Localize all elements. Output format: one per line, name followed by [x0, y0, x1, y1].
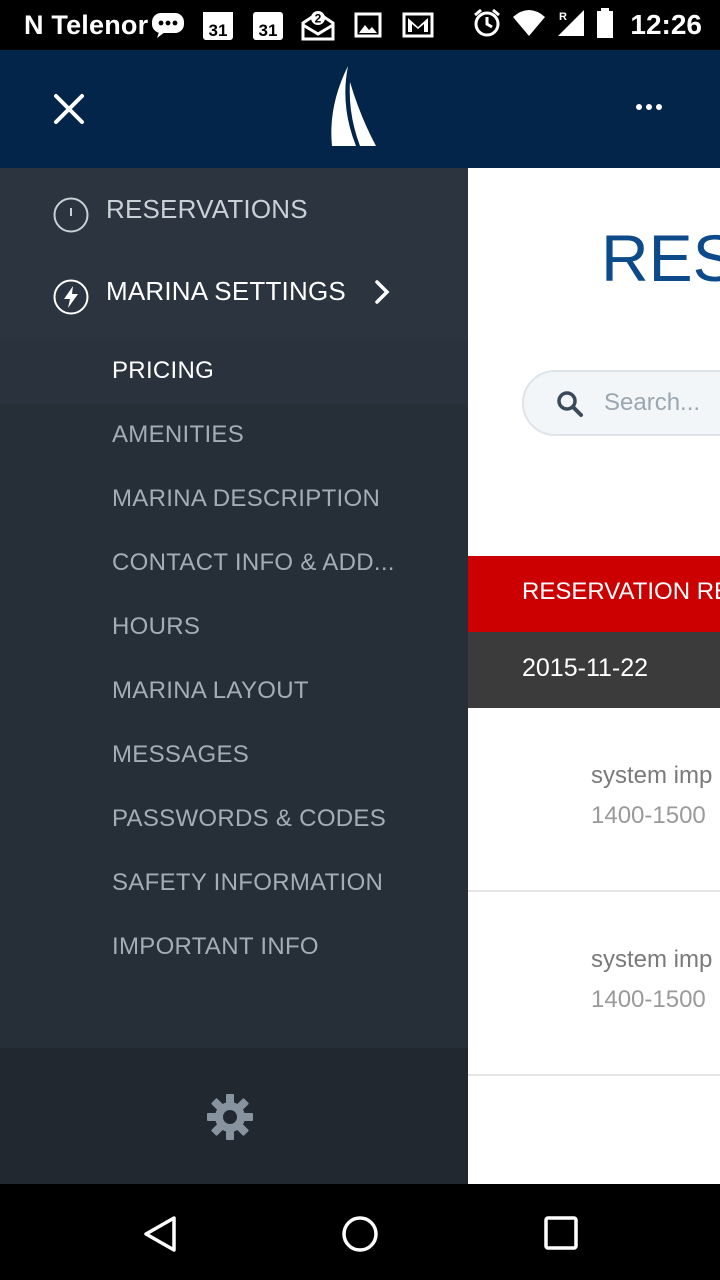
submenu-item-marina-layout[interactable]: MARINA LAYOUT	[112, 677, 309, 705]
date-header: 2015-11-22	[468, 632, 720, 708]
app-header	[0, 50, 720, 168]
calendar-day-1: 31	[209, 21, 228, 40]
calendar-icon: 31	[200, 9, 236, 41]
submenu-item-messages[interactable]: MESSAGES	[112, 741, 249, 769]
submenu-item-contact-info[interactable]: CONTACT INFO & ADD...	[112, 549, 395, 577]
entry-time: 1400-1500	[591, 986, 706, 1013]
submenu-item-marina-description[interactable]: MARINA DESCRIPTION	[112, 485, 380, 513]
chevron-right-icon	[372, 278, 392, 306]
search-input[interactable]: Search...	[522, 370, 720, 436]
submenu-item-amenities[interactable]: AMENITIES	[112, 421, 244, 449]
carrier-name: N Telenor	[24, 10, 149, 40]
entry-title: system imp	[591, 946, 713, 973]
reservation-banner: RESERVATION RE	[468, 556, 720, 632]
wifi-icon	[512, 9, 546, 42]
calendar-day-2: 31	[259, 21, 278, 40]
system-navigation-bar	[0, 1184, 720, 1280]
lightning-icon	[52, 278, 90, 316]
entry-time: 1400-1500	[591, 802, 706, 829]
main-content: RESE Search... RESERVATION RE 2015-11-22…	[468, 168, 720, 1184]
battery-icon	[596, 7, 614, 43]
close-icon[interactable]	[48, 88, 90, 130]
status-bar: N Telenor 31 31 2 R 12:26	[0, 0, 720, 50]
navigation-drawer: RESERVATIONS MARINA SETTINGS PRICING AME…	[0, 168, 468, 1184]
submenu-item-hours[interactable]: HOURS	[112, 613, 200, 641]
entry-title: system imp	[591, 762, 713, 789]
drawer-item-reservations[interactable]: RESERVATIONS	[0, 168, 468, 250]
active-item-highlight	[0, 340, 468, 404]
mail-count: 2	[315, 12, 322, 26]
drawer-item-marina-settings[interactable]: MARINA SETTINGS	[0, 250, 468, 332]
submenu-item-important-info[interactable]: IMPORTANT INFO	[112, 933, 319, 961]
page-title: RESE	[601, 221, 720, 295]
gmail-icon	[400, 9, 436, 41]
clock-icon	[52, 196, 90, 234]
drawer-footer	[0, 1048, 468, 1184]
search-placeholder: Search...	[604, 389, 701, 416]
submenu-item-passwords-codes[interactable]: PASSWORDS & CODES	[112, 805, 386, 833]
submenu-item-pricing[interactable]: PRICING	[112, 357, 214, 385]
search-icon	[556, 390, 584, 418]
banner-label: RESERVATION RE	[522, 578, 720, 605]
back-icon[interactable]	[140, 1214, 180, 1254]
alarm-icon	[472, 8, 502, 43]
signal-icon: R	[556, 8, 586, 43]
more-dots-icon[interactable]	[636, 96, 668, 118]
sail-logo-icon	[326, 66, 380, 150]
mail-icon: 2	[300, 9, 336, 41]
image-icon	[350, 9, 386, 41]
svg-text:R: R	[559, 11, 567, 23]
date-label: 2015-11-22	[522, 654, 649, 682]
calendar-icon: 31	[250, 9, 286, 41]
drawer-item-label: MARINA SETTINGS	[106, 276, 346, 306]
list-item[interactable]: system imp 1400-1500	[468, 708, 720, 892]
gear-icon[interactable]	[206, 1093, 254, 1141]
drawer-item-label: RESERVATIONS	[106, 194, 308, 224]
home-icon[interactable]	[340, 1214, 380, 1254]
recents-icon[interactable]	[542, 1214, 582, 1254]
message-icon	[150, 9, 186, 41]
list-item[interactable]: system imp 1400-1500	[468, 892, 720, 1076]
clock-time: 12:26	[630, 9, 702, 40]
submenu-item-safety-information[interactable]: SAFETY INFORMATION	[112, 869, 383, 897]
